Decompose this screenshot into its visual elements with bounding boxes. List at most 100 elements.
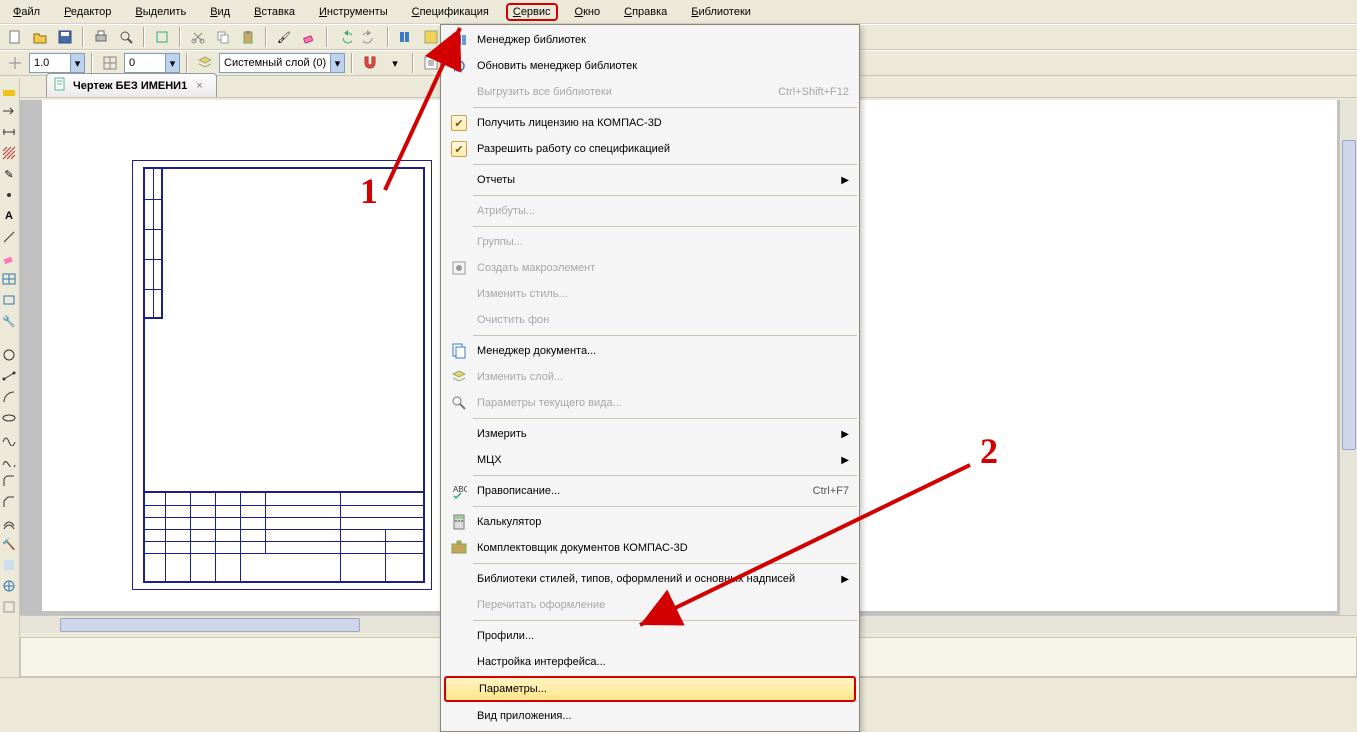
view-all-icon[interactable] — [420, 52, 442, 74]
document-tab-label: Чертеж БЕЗ ИМЕНИ1 — [73, 80, 187, 92]
chevron-down-icon[interactable]: ▾ — [384, 52, 406, 74]
menu-item-label: Создать макроэлемент — [473, 262, 849, 274]
palette-hammer-icon[interactable]: 🔨 — [0, 535, 18, 553]
check-icon: ✔ — [445, 115, 473, 131]
undo-icon[interactable] — [334, 26, 356, 48]
chevron-down-icon[interactable]: ▾ — [70, 54, 84, 72]
menu-item[interactable]: Комплектовщик документов КОМПАС-3D — [441, 535, 859, 561]
palette-fillet-icon[interactable] — [0, 472, 18, 490]
palette-wrench-icon[interactable]: 🔧 — [0, 312, 18, 330]
preview-icon[interactable] — [115, 26, 137, 48]
palette-table-icon[interactable] — [0, 270, 18, 288]
menu-редактор[interactable]: Редактор — [57, 3, 118, 21]
open-icon[interactable] — [29, 26, 51, 48]
palette-hatch-icon[interactable] — [0, 144, 18, 162]
palette-eraser-icon[interactable] — [0, 249, 18, 267]
palette-seg-icon[interactable] — [0, 367, 18, 385]
brush-icon[interactable]: 🖌 — [273, 26, 295, 48]
scrollbar-vertical[interactable] — [1339, 100, 1357, 615]
menu-item-label: Библиотеки стилей, типов, оформлений и о… — [473, 573, 835, 585]
menu-item[interactable]: Менеджер библиотек — [441, 27, 859, 53]
cut-icon[interactable] — [187, 26, 209, 48]
palette-geom-icon[interactable] — [0, 81, 18, 99]
palette-ellipse-icon[interactable] — [0, 409, 18, 427]
copy-icon[interactable] — [212, 26, 234, 48]
menu-item: Атрибуты... — [441, 198, 859, 224]
menu-item[interactable]: ABCПравописание...Ctrl+F7 — [441, 478, 859, 504]
menu-окно[interactable]: Окно — [568, 3, 608, 21]
calc-icon — [445, 514, 473, 530]
drawing-frame — [143, 167, 425, 583]
step-combo[interactable]: ▾ — [124, 53, 180, 73]
palette-rect-icon[interactable] — [0, 291, 18, 309]
menu-справка[interactable]: Справка — [617, 3, 674, 21]
new-icon[interactable] — [4, 26, 26, 48]
palette-dim-icon[interactable] — [0, 123, 18, 141]
save-icon[interactable] — [54, 26, 76, 48]
vars-icon[interactable] — [420, 26, 442, 48]
eraser-icon[interactable] — [298, 26, 320, 48]
palette-misc2-icon[interactable] — [0, 598, 18, 616]
layer-combo[interactable]: ▾ — [219, 53, 345, 73]
grid-icon[interactable] — [99, 52, 121, 74]
palette-point-icon[interactable] — [0, 186, 18, 204]
palette-chamfer-icon[interactable] — [0, 493, 18, 511]
palette-line-icon[interactable] — [0, 228, 18, 246]
palette-bezier-icon[interactable] — [0, 451, 18, 469]
menu-item[interactable]: Параметры... — [444, 676, 856, 702]
menu-item[interactable]: Вид приложения... — [441, 703, 859, 729]
menu-item[interactable]: ✔Разрешить работу со спецификацией — [441, 136, 859, 162]
lib-icon[interactable] — [395, 26, 417, 48]
spell-icon: ABC — [445, 483, 473, 499]
palette-offset-icon[interactable] — [0, 514, 18, 532]
step-input[interactable] — [125, 57, 165, 69]
menu-item[interactable]: Отчеты▶ — [441, 167, 859, 193]
close-icon[interactable]: × — [193, 80, 205, 92]
menu-item[interactable]: Обновить менеджер библиотек — [441, 53, 859, 79]
menu-item[interactable]: ✔Получить лицензию на КОМПАС-3D — [441, 110, 859, 136]
palette-circle-icon[interactable] — [0, 346, 18, 364]
document-tab[interactable]: Чертеж БЕЗ ИМЕНИ1 × — [46, 73, 217, 97]
menu-item[interactable]: Настройка интерфейса... — [441, 649, 859, 675]
menu-item[interactable]: Профили... — [441, 623, 859, 649]
redo-icon[interactable] — [359, 26, 381, 48]
menu-инструменты[interactable]: Инструменты — [312, 3, 395, 21]
layer-input[interactable] — [220, 57, 330, 69]
snap-icon[interactable] — [4, 52, 26, 74]
menu-item-label: Измерить — [473, 428, 835, 440]
menu-вид[interactable]: Вид — [203, 3, 237, 21]
layers-btn-icon[interactable] — [194, 52, 216, 74]
menu-спецификация[interactable]: Спецификация — [405, 3, 496, 21]
magnet-icon[interactable] — [359, 52, 381, 74]
submenu-arrow-icon: ▶ — [835, 429, 849, 440]
menu-item: Создать макроэлемент — [441, 255, 859, 281]
palette-spline-icon[interactable] — [0, 430, 18, 448]
menu-item[interactable]: Калькулятор — [441, 509, 859, 535]
print-icon[interactable] — [90, 26, 112, 48]
menu-библиотеки[interactable]: Библиотеки — [684, 3, 758, 21]
menu-item[interactable]: МЦХ▶ — [441, 447, 859, 473]
menu-shortcut: Ctrl+Shift+F12 — [768, 86, 849, 98]
scale-input[interactable] — [30, 57, 70, 69]
menu-файл[interactable]: Файл — [6, 3, 47, 21]
palette-region-icon[interactable] — [0, 556, 18, 574]
paste-icon[interactable] — [237, 26, 259, 48]
palette-arrow-icon[interactable] — [0, 102, 18, 120]
menu-выделить[interactable]: Выделить — [128, 3, 193, 21]
menu-item[interactable]: Измерить▶ — [441, 421, 859, 447]
palette-text-icon[interactable]: A — [0, 207, 18, 225]
menu-item[interactable]: Библиотеки стилей, типов, оформлений и о… — [441, 566, 859, 592]
scale-combo[interactable]: ▾ — [29, 53, 85, 73]
palette-edit-icon[interactable]: ✎ — [0, 165, 18, 183]
palette-misc1-icon[interactable] — [0, 577, 18, 595]
menu-item-label: Изменить слой... — [473, 371, 849, 383]
palette-arc-icon[interactable] — [0, 388, 18, 406]
menu-item-label: Отчеты — [473, 174, 835, 186]
chevron-down-icon[interactable]: ▾ — [165, 54, 179, 72]
menu-сервис[interactable]: Сервис — [506, 3, 558, 21]
chevron-down-icon[interactable]: ▾ — [330, 54, 344, 72]
menu-вставка[interactable]: Вставка — [247, 3, 302, 21]
tool-a-icon[interactable] — [151, 26, 173, 48]
menu-item[interactable]: Менеджер документа... — [441, 338, 859, 364]
menu-item-label: Настройка интерфейса... — [473, 656, 849, 668]
